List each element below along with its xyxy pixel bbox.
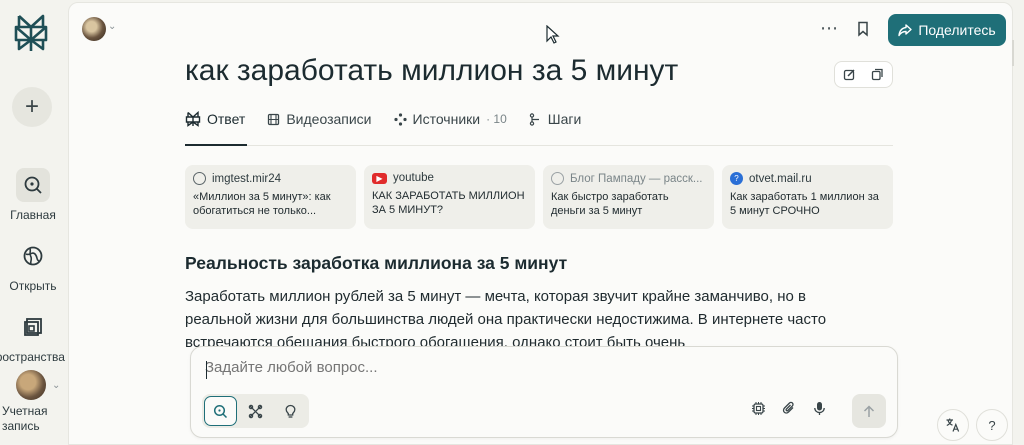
source-site: imgtest.mir24 bbox=[212, 172, 282, 185]
title-actions bbox=[834, 61, 893, 88]
ask-composer bbox=[190, 346, 898, 438]
search-mode-selector bbox=[202, 394, 309, 428]
page-title: как заработать миллион за 5 минут bbox=[185, 54, 679, 87]
plus-icon: + bbox=[24, 93, 39, 120]
tab-label: Источники bbox=[412, 111, 481, 127]
translate-icon bbox=[946, 418, 960, 432]
answer-heading: Реальность заработка миллиона за 5 минут bbox=[185, 253, 568, 273]
more-options-icon[interactable]: ⋯ bbox=[820, 18, 839, 39]
search-icon bbox=[213, 404, 228, 418]
tab-label: Шаги bbox=[547, 111, 582, 127]
share-button[interactable]: Поделитесь bbox=[888, 14, 1006, 46]
search-icon bbox=[24, 176, 42, 194]
text-caret bbox=[206, 361, 207, 379]
spaces-icon bbox=[24, 318, 42, 336]
avatar[interactable] bbox=[82, 17, 106, 41]
scrollbar[interactable] bbox=[1012, 40, 1014, 66]
source-site: youtube bbox=[393, 172, 434, 184]
perplexity-logo-icon[interactable] bbox=[13, 13, 49, 53]
source-title: КАК ЗАРАБОТАТЬ МИЛЛИОН ЗА 5 МИНУТ? bbox=[372, 190, 525, 216]
tab-videos[interactable]: Видеозаписи bbox=[267, 111, 372, 127]
submit-button[interactable] bbox=[852, 394, 886, 428]
arrow-up-icon bbox=[863, 404, 875, 417]
new-thread-button[interactable]: + bbox=[12, 87, 52, 127]
tab-label: Ответ bbox=[207, 111, 246, 127]
sidebar-item-spaces[interactable]: Пространства bbox=[0, 310, 66, 364]
chevron-down-icon[interactable]: ⌄ bbox=[108, 21, 116, 32]
bookmark-icon[interactable] bbox=[856, 21, 870, 37]
source-title: Как быстро заработать деньги за 5 минут bbox=[551, 191, 669, 217]
left-rail: + Главная Открыть остранства ⌄ Учетная з… bbox=[0, 0, 66, 445]
globe-icon bbox=[23, 246, 43, 266]
account-label-line1: Учетная bbox=[2, 404, 48, 418]
chip-icon[interactable] bbox=[751, 401, 766, 416]
source-card[interactable]: imgtest.mir24 «Миллион за 5 минут»: как … bbox=[185, 165, 356, 229]
sidebar-item-label: Открыть bbox=[9, 279, 57, 293]
answer-paragraph: Заработать миллион рублей за 5 минут — м… bbox=[185, 288, 827, 351]
question-mark-icon: ? bbox=[988, 417, 996, 433]
sidebar-item-discover[interactable]: Открыть bbox=[0, 239, 66, 293]
sources-icon bbox=[393, 112, 407, 126]
language-button[interactable] bbox=[937, 409, 969, 441]
site-favicon-icon bbox=[193, 172, 206, 185]
source-site: otvet.mail.ru bbox=[749, 172, 812, 185]
mode-labs-button[interactable] bbox=[274, 396, 307, 426]
mouse-cursor-icon bbox=[546, 25, 560, 44]
globe-icon bbox=[551, 172, 564, 185]
sources-count: · 10 bbox=[486, 112, 507, 126]
tab-steps[interactable]: Шаги bbox=[529, 111, 582, 127]
active-tab-indicator bbox=[185, 144, 247, 146]
help-button[interactable]: ? bbox=[976, 409, 1008, 441]
avatar bbox=[16, 370, 46, 400]
chevron-down-icon: ⌄ bbox=[52, 380, 61, 391]
account-label-line2: запись bbox=[2, 419, 40, 433]
source-card[interactable]: ▶ youtube КАК ЗАРАБОТАТЬ МИЛЛИОН ЗА 5 МИ… bbox=[364, 165, 535, 229]
paperclip-icon[interactable] bbox=[782, 401, 797, 416]
tab-label: Видеозаписи bbox=[286, 111, 372, 127]
steps-icon bbox=[529, 112, 539, 126]
source-title: «Миллион за 5 минут»: как обогатиться не… bbox=[193, 191, 331, 217]
source-title: Как заработать 1 миллион за 5 минут СРОЧ… bbox=[730, 191, 879, 217]
share-label: Поделитесь bbox=[918, 22, 996, 38]
mode-search-button[interactable] bbox=[204, 396, 237, 426]
mode-research-button[interactable] bbox=[239, 396, 272, 426]
site-favicon-icon: ? bbox=[730, 172, 743, 185]
ask-input[interactable] bbox=[205, 359, 865, 376]
share-icon bbox=[898, 24, 913, 37]
source-card[interactable]: ? otvet.mail.ru Как заработать 1 миллион… bbox=[722, 165, 893, 229]
tab-answer[interactable]: Ответ bbox=[185, 111, 245, 127]
lightbulb-icon bbox=[285, 404, 296, 418]
tab-sources[interactable]: Источники · 10 bbox=[393, 111, 507, 127]
microphone-icon[interactable] bbox=[813, 401, 826, 416]
sidebar-item-label: Пространства bbox=[0, 350, 65, 364]
source-site: Блог Пампаду — расск... bbox=[570, 172, 703, 185]
youtube-icon: ▶ bbox=[372, 172, 387, 184]
source-card[interactable]: Блог Пампаду — расск... Как быстро зараб… bbox=[543, 165, 714, 229]
sidebar-item-label: Главная bbox=[10, 208, 56, 222]
sidebar-item-home[interactable]: Главная bbox=[0, 168, 66, 222]
sources-row: imgtest.mir24 «Миллион за 5 минут»: как … bbox=[185, 165, 893, 229]
copy-icon[interactable] bbox=[871, 68, 884, 81]
edit-icon[interactable] bbox=[843, 68, 856, 81]
thread-tabs: Ответ Видеозаписи Источники · 10 Шаги bbox=[185, 111, 581, 127]
tabs-divider bbox=[185, 145, 893, 146]
research-icon bbox=[248, 404, 263, 418]
composer-tools bbox=[751, 401, 826, 416]
perplexity-icon bbox=[185, 111, 201, 127]
film-icon bbox=[268, 113, 280, 125]
account-label: Учетная запись bbox=[0, 404, 60, 434]
